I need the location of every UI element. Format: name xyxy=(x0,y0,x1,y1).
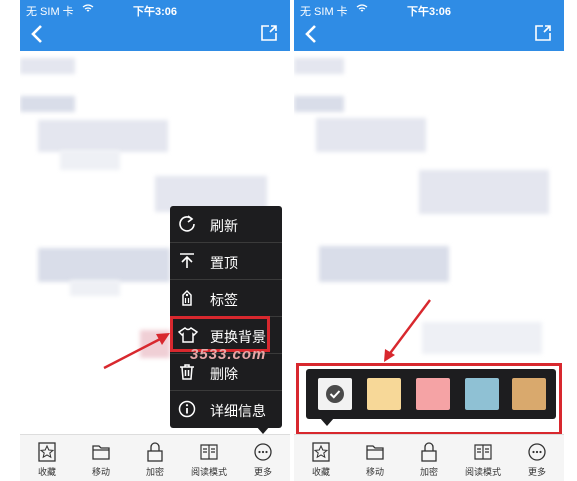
left-screenshot: 无 SIM 卡 下午3:06 ···· 刷新 置顶 标签 更换背景 xyxy=(20,0,290,481)
toolbar-label: 加密 xyxy=(145,467,164,477)
star-icon xyxy=(38,442,56,462)
toolbar-label: 收藏 xyxy=(37,467,56,477)
toolbar-label: 加密 xyxy=(419,467,438,477)
toolbar-reading-mode-button[interactable]: 阅读模式 xyxy=(182,435,236,481)
book-icon xyxy=(474,444,492,460)
toolbar-more-button[interactable]: 更多 xyxy=(236,435,290,481)
toolbar-move-button[interactable]: 移动 xyxy=(348,435,402,481)
star-icon xyxy=(312,442,330,462)
toolbar-label: 收藏 xyxy=(311,467,330,477)
lock-icon xyxy=(421,442,437,462)
annotation-arrow xyxy=(103,333,170,370)
right-screenshot: 无 SIM 卡 下午3:06 收藏 移动 加密 阅读模式 更多 xyxy=(294,0,564,481)
toolbar-favorite-button[interactable]: 收藏 xyxy=(20,435,74,481)
toolbar-encrypt-button[interactable]: 加密 xyxy=(402,435,456,481)
toolbar-more-button[interactable]: 更多 xyxy=(510,435,564,481)
toolbar-label: 阅读模式 xyxy=(190,467,227,477)
bottom-toolbar: 收藏 移动 加密 阅读模式 更多 xyxy=(20,434,290,481)
lock-icon xyxy=(147,442,163,462)
toolbar-move-button[interactable]: 移动 xyxy=(74,435,128,481)
toolbar-label: 阅读模式 xyxy=(464,467,501,477)
toolbar-label: 移动 xyxy=(91,467,110,477)
toolbar-encrypt-button[interactable]: 加密 xyxy=(128,435,182,481)
book-icon xyxy=(200,444,218,460)
toolbar-label: 移动 xyxy=(365,467,384,477)
toolbar-label: 更多 xyxy=(527,467,546,477)
folder-icon xyxy=(92,445,110,460)
folder-icon xyxy=(366,445,384,460)
more-icon xyxy=(254,443,272,461)
toolbar-label: 更多 xyxy=(253,467,272,477)
bottom-toolbar: 收藏 移动 加密 阅读模式 更多 xyxy=(294,434,564,481)
highlight-box-color-picker xyxy=(296,363,562,435)
toolbar-reading-mode-button[interactable]: 阅读模式 xyxy=(456,435,510,481)
more-icon xyxy=(528,443,546,461)
toolbar-favorite-button[interactable]: 收藏 xyxy=(294,435,348,481)
